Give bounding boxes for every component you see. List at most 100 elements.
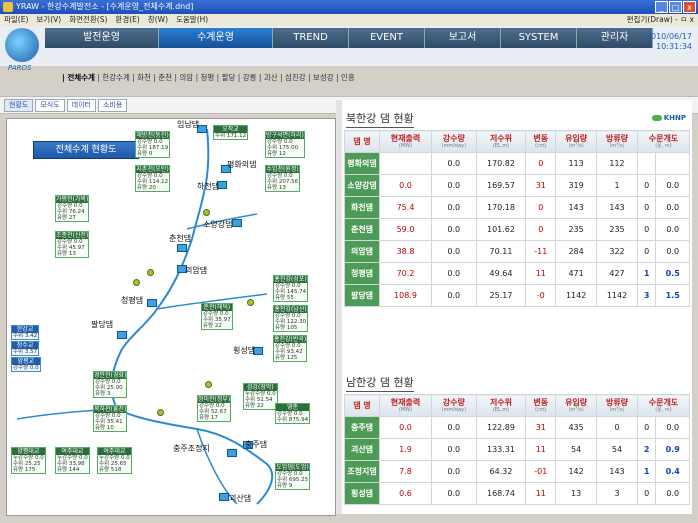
subnav-item[interactable]: | 춘천	[151, 73, 172, 82]
subnav-item[interactable]: | 섬진강	[278, 73, 306, 82]
gauge-node[interactable]	[247, 299, 254, 306]
subnav-item[interactable]: | 한강수계	[95, 73, 130, 82]
menu-item[interactable]: 환경(E)	[115, 14, 139, 26]
table-cell: 122.89	[475, 416, 527, 439]
table-row[interactable]: 조정지댐 7.8 0.0 64.32 -01 142 143 1 0.4	[344, 460, 690, 483]
goesan-dam-icon[interactable]	[219, 493, 229, 501]
subtab-1[interactable]: 현황도	[4, 99, 34, 112]
table-row[interactable]: 괴산댐 1.9 0.0 133.31 11 54 54 2 0.9	[344, 438, 690, 461]
gauge-box[interactable]: 홍천강(남산) 강수량 0.0 수위 122.30 유량 105	[273, 305, 309, 332]
table-cell: 2	[636, 438, 657, 461]
gauge-box[interactable]: 경안천(경화) 강수량 0.0 수위 25.00 유량 3	[93, 371, 128, 398]
table-row[interactable]: 화천댐 75.4 0.0 170.18 0 143 143 0 0.0	[344, 196, 690, 219]
subtab-4[interactable]: 소비용	[97, 99, 128, 112]
table-row[interactable]: 청평댐 70.2 0.0 49.64 11 471 427 1 0.5	[344, 262, 690, 285]
cheongpyeong-dam-icon[interactable]	[147, 299, 157, 307]
gauge-box[interactable]: 조종천(신천) 강수량 0.0 수위 45.97 유량 13	[55, 231, 90, 258]
gauge-node[interactable]	[205, 381, 212, 388]
tab-2[interactable]: 수계운영	[159, 28, 273, 48]
subnav-item[interactable]: | 괴산	[257, 73, 278, 82]
soyang-dam-icon[interactable]	[232, 219, 242, 227]
gauge-box[interactable]: 영춘 강수량 0.0 수위 875.94	[275, 403, 311, 424]
table-cell: 319	[555, 174, 598, 197]
gauge-node[interactable]	[147, 269, 154, 276]
table-row[interactable]: 횡성댐 0.6 0.0 168.74 11 13 3 0 0.0	[344, 482, 690, 505]
table-row[interactable]: 춘천댐 59.0 0.0 101.62 0 235 235 0 0.0	[344, 218, 690, 241]
table-cell: 427	[596, 262, 638, 285]
table-row[interactable]: 소양강댐 0.0 0.0 169.57 31 319 1 0 0.0	[344, 174, 690, 197]
column-unit: (m³/s)	[568, 406, 584, 413]
gauge-box[interactable]: 오작교 수위 171.12	[213, 125, 249, 140]
maximize-button[interactable]: □	[669, 1, 682, 13]
gauge-name: 방구석면(하리)	[266, 132, 304, 139]
menu-item[interactable]: 파일(E)	[4, 14, 28, 26]
menu-item[interactable]: 보기(V)	[36, 14, 61, 26]
paldang-dam-icon[interactable]	[117, 331, 127, 339]
tab-7[interactable]: 관리자	[577, 28, 653, 48]
dam-status-panel: KHNP 북한강 댐 현황 댐 명 현재출력 (MW) 강수량 (mm/day) 저수위(…	[342, 100, 692, 514]
gauge-node[interactable]	[133, 279, 140, 286]
menu-item[interactable]: 도움말(H)	[176, 14, 208, 26]
gauge-box[interactable]: 춘천(해덕) 강수량 0.0 수위 35.97 유량 22	[201, 303, 233, 330]
table-cell: 1	[596, 174, 638, 197]
gauge-value: 유량 13	[267, 185, 286, 191]
tab-6[interactable]: SYSTEM	[501, 28, 577, 48]
gauge-box[interactable]: 가평천(가목) 강수량 0.0 수위 76.24 유량 27	[55, 195, 90, 222]
gauge-box[interactable]: 여주대교 누강수량 0.0 수위 33.98 유량 144	[55, 447, 90, 474]
subnav-item[interactable]: | 보성강	[306, 73, 334, 82]
gauge-box[interactable]: 해방천(동천) 강수량 0.0 수위 187.19 유량 0	[135, 131, 171, 158]
gauge-box[interactable]: 양평대교 누강수량 0.0 수위 25.25 유량 175	[11, 447, 46, 474]
chuncheon-dam-icon[interactable]	[177, 244, 187, 252]
editor-menu[interactable]: 편집기(Draw) - ㅁ x	[627, 14, 694, 26]
gauge-box[interactable]: 한강교 수위 3.42	[11, 325, 40, 340]
gauge-box[interactable]: 수입천(원정) 강수량 0.0 수위 207.56 유량 13	[265, 165, 301, 192]
tab-5[interactable]: 보고서	[425, 28, 501, 48]
column-label: 유입량	[565, 397, 588, 407]
subnav-item[interactable]: | 청평	[193, 73, 215, 82]
column-label: 방류량	[605, 397, 629, 407]
column-unit: (문, m)	[655, 142, 672, 149]
subtab-2[interactable]: 모식도	[35, 99, 65, 112]
gauge-box[interactable]: 홍천강(반곡) 강수량 0.0 수위 93.42 유량 125	[273, 335, 308, 362]
subnav-item[interactable]: | 팔당	[214, 73, 236, 82]
minimize-button[interactable]: _	[655, 1, 668, 13]
table-cell: 0.0	[431, 416, 477, 439]
table-cell: 0.0	[379, 416, 432, 439]
chungju-regulating-dam-icon[interactable]	[227, 449, 237, 457]
menu-item[interactable]: 창(W)	[148, 14, 168, 26]
gauge-box[interactable]: 지촌천(오탄) 강수량 0.0 수위 114.12 유량 20	[135, 165, 171, 192]
subnav-item[interactable]: | 인흥	[334, 73, 355, 82]
datetime: 2010/06/17 10:31:34	[646, 32, 692, 52]
close-button[interactable]: x	[683, 1, 696, 13]
table-cell: 0	[525, 152, 557, 175]
table-row[interactable]: 팔당댐 108.9 0.0 25.17 -0 1142 1142 3 1.5	[344, 284, 690, 307]
gauge-node[interactable]	[203, 209, 210, 216]
table-cell: 0.0	[431, 284, 477, 307]
table-row[interactable]: 충주댐 0.0 0.0 122.89 31 435 0 0 0.0	[344, 416, 690, 439]
subtab-3[interactable]: 데이터	[66, 99, 96, 112]
gauge-box[interactable]: 홍천강(성포) 강수량 0.0 수위 145.74 유량 55	[273, 275, 309, 302]
table-row[interactable]: 의암댐 38.8 0.0 70.11 -11 284 322 0 0.0	[344, 240, 690, 263]
subnav-item[interactable]: | 의암	[172, 73, 193, 82]
column-header: 현재출력 (MW)	[379, 130, 432, 153]
gauge-name: 청미천(청부)	[198, 396, 231, 403]
table-row[interactable]: 평화의댐 0.0 170.82 0 113 112	[344, 152, 690, 175]
gauge-box[interactable]: 청수교 수위 3.57	[11, 341, 40, 356]
gauge-box[interactable]: 복하천(흥천) 강수량 0.0 수위 35.41 유량 10	[93, 405, 128, 432]
table-cell: 3	[636, 284, 657, 307]
gauge-box[interactable]: 섬강(장막) 누강수량 0.0 수위 51.54 유량 22	[243, 383, 278, 410]
gauge-box[interactable]: 양평교 강수량 0.0	[11, 357, 41, 372]
subnav-item[interactable]: | 강릉	[235, 73, 257, 82]
menu-item[interactable]: 화면전환(S)	[69, 14, 107, 26]
gauge-box[interactable]: 방구석면(하리) 강수량 0.0 수위 175.00 유량 12	[265, 131, 305, 158]
subnav-item-active[interactable]: | 전체수계	[62, 73, 95, 82]
tab-1[interactable]: 발전운영	[45, 28, 159, 48]
table-cell: 0.0	[655, 482, 690, 505]
tab-3[interactable]: TREND	[273, 28, 349, 48]
gauge-box[interactable]: 여주대교 누강수량 0.0 수위 25.65 유량 518	[97, 447, 132, 474]
gauge-box[interactable]: 청미천(청부) 강수량 0.0 수위 52.67 유량 17	[197, 395, 232, 422]
gauge-node[interactable]	[157, 409, 164, 416]
subnav-item[interactable]: | 화천	[130, 73, 151, 82]
tab-4[interactable]: EVENT	[349, 28, 425, 48]
gauge-box[interactable]: 도암댐(도암) 강수량 0.0 수위 695.25 유량 9	[275, 463, 311, 490]
